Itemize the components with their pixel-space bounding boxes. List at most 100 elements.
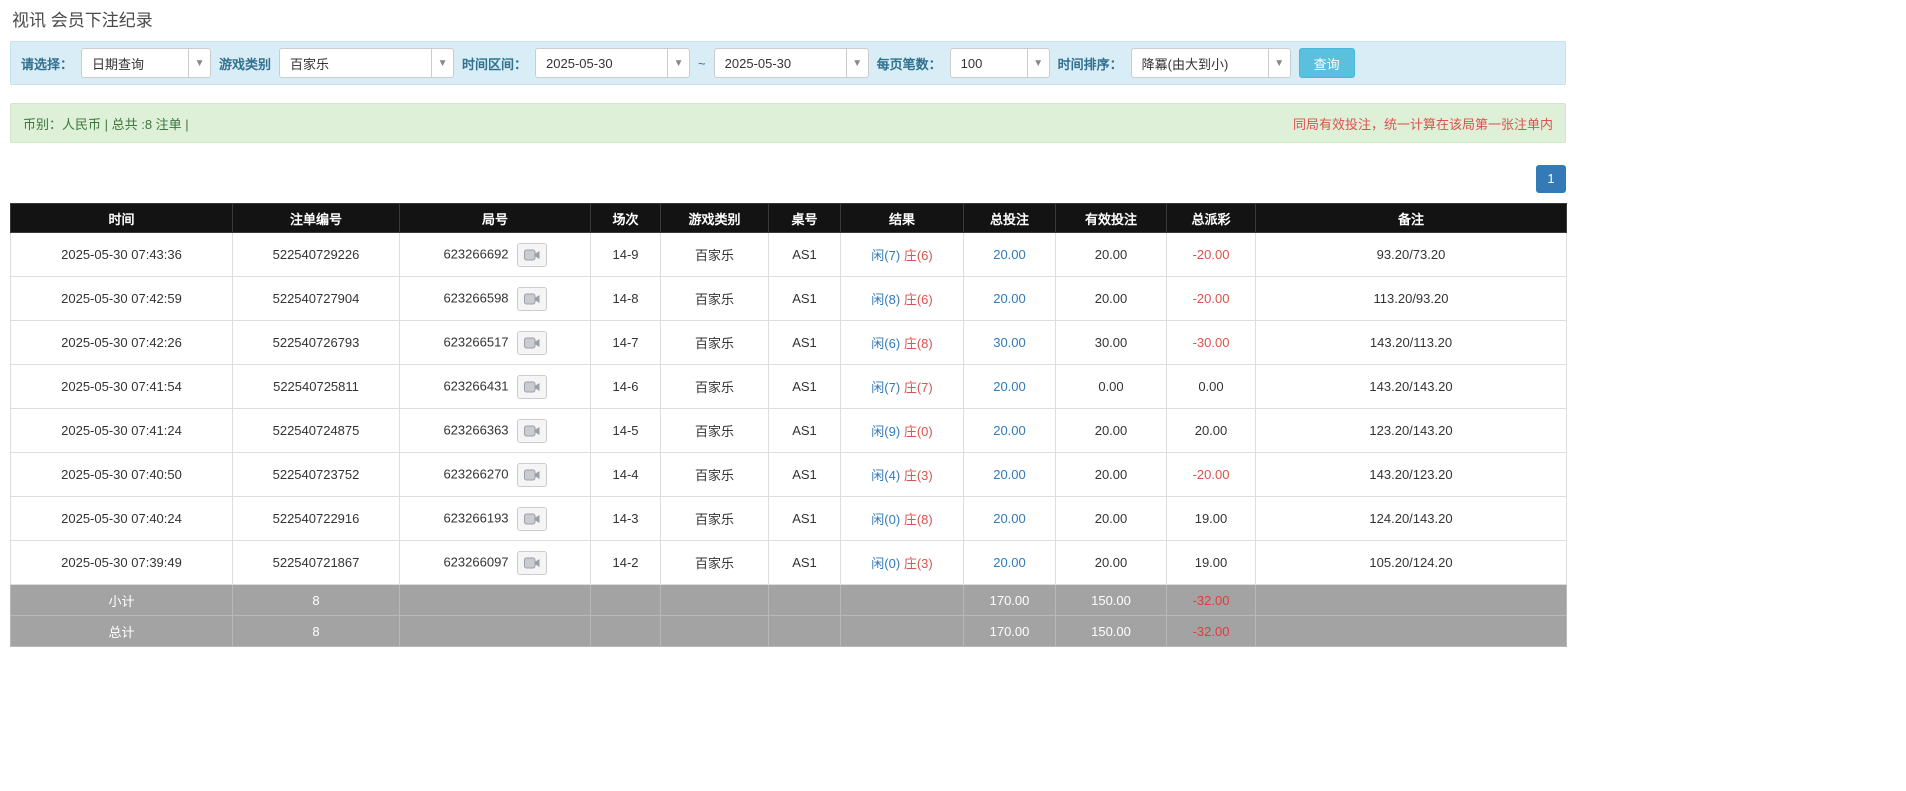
video-replay-button[interactable] xyxy=(517,507,547,531)
content-container: 视讯 会员下注纪录 请选择： 日期查询 ▼ 游戏类别 百家乐 ▼ 时间区间： 2… xyxy=(10,0,1566,647)
cell-table-no: AS1 xyxy=(769,409,841,453)
page-button-1[interactable]: 1 xyxy=(1536,165,1566,193)
total-bet-link[interactable]: 20.00 xyxy=(993,247,1026,262)
query-type-select[interactable]: 日期查询 ▼ xyxy=(81,48,211,78)
cell-valid-bet: 20.00 xyxy=(1056,497,1167,541)
total-bet-link[interactable]: 20.00 xyxy=(993,511,1026,526)
subtotal-payout: -32.00 xyxy=(1167,585,1256,616)
total-valid-bet: 150.00 xyxy=(1056,616,1167,647)
total-total-bet: 170.00 xyxy=(964,616,1056,647)
video-camera-icon xyxy=(524,337,540,349)
result-player: 闲(4) xyxy=(871,468,900,483)
cell-table-no: AS1 xyxy=(769,453,841,497)
table-row: 2025-05-30 07:39:49 522540721867 6232660… xyxy=(11,541,1567,585)
cell-game-type: 百家乐 xyxy=(661,365,769,409)
total-bet-link[interactable]: 20.00 xyxy=(993,423,1026,438)
round-id-text: 623266097 xyxy=(443,554,508,569)
cell-session: 14-5 xyxy=(591,409,661,453)
cell-game-type: 百家乐 xyxy=(661,233,769,277)
cell-bet-id: 522540726793 xyxy=(233,321,400,365)
video-camera-icon xyxy=(524,425,540,437)
bet-records-table: 时间 注单编号 局号 场次 游戏类别 桌号 结果 总投注 有效投注 总派彩 备注… xyxy=(10,203,1567,647)
total-bet-link[interactable]: 30.00 xyxy=(993,335,1026,350)
result-banker: 庄(3) xyxy=(904,468,933,483)
video-replay-button[interactable] xyxy=(517,243,547,267)
total-row: 总计 8 170.00 150.00 -32.00 xyxy=(11,616,1567,647)
game-type-select[interactable]: 百家乐 ▼ xyxy=(279,48,454,78)
cell-round-id: 623266431 xyxy=(400,365,591,409)
video-camera-icon xyxy=(524,293,540,305)
subtotal-total-bet: 170.00 xyxy=(964,585,1056,616)
result-player: 闲(6) xyxy=(871,336,900,351)
currency-total-text: 币别：人民币 | 总共 :8 注单 | xyxy=(23,114,189,133)
cell-result: 闲(7) 庄(6) xyxy=(841,233,964,277)
header-result: 结果 xyxy=(841,204,964,233)
result-banker: 庄(3) xyxy=(904,556,933,571)
table-row: 2025-05-30 07:43:36 522540729226 6232666… xyxy=(11,233,1567,277)
header-bet-id: 注单编号 xyxy=(233,204,400,233)
search-button[interactable]: 查询 xyxy=(1299,48,1355,78)
result-banker: 庄(7) xyxy=(904,380,933,395)
round-id-text: 623266363 xyxy=(443,422,508,437)
total-bet-link[interactable]: 20.00 xyxy=(993,467,1026,482)
cell-remark: 143.20/123.20 xyxy=(1256,453,1567,497)
cell-remark: 143.20/113.20 xyxy=(1256,321,1567,365)
cell-table-no: AS1 xyxy=(769,365,841,409)
cell-total-bet: 20.00 xyxy=(964,277,1056,321)
chevron-down-icon: ▼ xyxy=(1268,49,1290,77)
sort-order-select[interactable]: 降冪(由大到小) ▼ xyxy=(1131,48,1291,78)
cell-time: 2025-05-30 07:41:54 xyxy=(11,365,233,409)
cell-valid-bet: 0.00 xyxy=(1056,365,1167,409)
cell-session: 14-4 xyxy=(591,453,661,497)
cell-payout: 19.00 xyxy=(1167,541,1256,585)
cell-bet-id: 522540723752 xyxy=(233,453,400,497)
select-type-label: 请选择： xyxy=(21,54,73,73)
chevron-down-icon: ▼ xyxy=(1027,49,1049,77)
cell-table-no: AS1 xyxy=(769,321,841,365)
result-banker: 庄(6) xyxy=(904,292,933,307)
cell-round-id: 623266363 xyxy=(400,409,591,453)
video-camera-icon xyxy=(524,469,540,481)
cell-bet-id: 522540725811 xyxy=(233,365,400,409)
video-replay-button[interactable] xyxy=(517,331,547,355)
cell-total-bet: 30.00 xyxy=(964,321,1056,365)
cell-time: 2025-05-30 07:41:24 xyxy=(11,409,233,453)
video-replay-button[interactable] xyxy=(517,551,547,575)
video-replay-button[interactable] xyxy=(517,419,547,443)
cell-result: 闲(0) 庄(3) xyxy=(841,541,964,585)
cell-table-no: AS1 xyxy=(769,233,841,277)
date-to-select[interactable]: 2025-05-30 ▼ xyxy=(714,48,869,78)
total-bet-link[interactable]: 20.00 xyxy=(993,291,1026,306)
cell-result: 闲(0) 庄(8) xyxy=(841,497,964,541)
result-player: 闲(0) xyxy=(871,556,900,571)
cell-valid-bet: 20.00 xyxy=(1056,541,1167,585)
table-body: 2025-05-30 07:43:36 522540729226 6232666… xyxy=(11,233,1567,585)
cell-payout: -30.00 xyxy=(1167,321,1256,365)
cell-bet-id: 522540721867 xyxy=(233,541,400,585)
round-id-text: 623266193 xyxy=(443,510,508,525)
cell-time: 2025-05-30 07:42:26 xyxy=(11,321,233,365)
video-camera-icon xyxy=(524,513,540,525)
cell-valid-bet: 20.00 xyxy=(1056,453,1167,497)
cell-session: 14-6 xyxy=(591,365,661,409)
video-replay-button[interactable] xyxy=(517,463,547,487)
video-replay-button[interactable] xyxy=(517,375,547,399)
video-replay-button[interactable] xyxy=(517,287,547,311)
chevron-down-icon: ▼ xyxy=(188,49,210,77)
cell-time: 2025-05-30 07:40:50 xyxy=(11,453,233,497)
cell-total-bet: 20.00 xyxy=(964,233,1056,277)
cell-result: 闲(8) 庄(6) xyxy=(841,277,964,321)
video-camera-icon xyxy=(524,381,540,393)
cell-table-no: AS1 xyxy=(769,277,841,321)
round-id-text: 623266431 xyxy=(443,378,508,393)
result-player: 闲(0) xyxy=(871,512,900,527)
pagination: 1 xyxy=(10,165,1566,193)
sort-order-label: 时间排序： xyxy=(1058,54,1123,73)
cell-table-no: AS1 xyxy=(769,541,841,585)
date-from-select[interactable]: 2025-05-30 ▼ xyxy=(535,48,690,78)
cell-session: 14-2 xyxy=(591,541,661,585)
cell-valid-bet: 20.00 xyxy=(1056,277,1167,321)
total-bet-link[interactable]: 20.00 xyxy=(993,379,1026,394)
page-size-select[interactable]: 100 ▼ xyxy=(950,48,1050,78)
total-bet-link[interactable]: 20.00 xyxy=(993,555,1026,570)
